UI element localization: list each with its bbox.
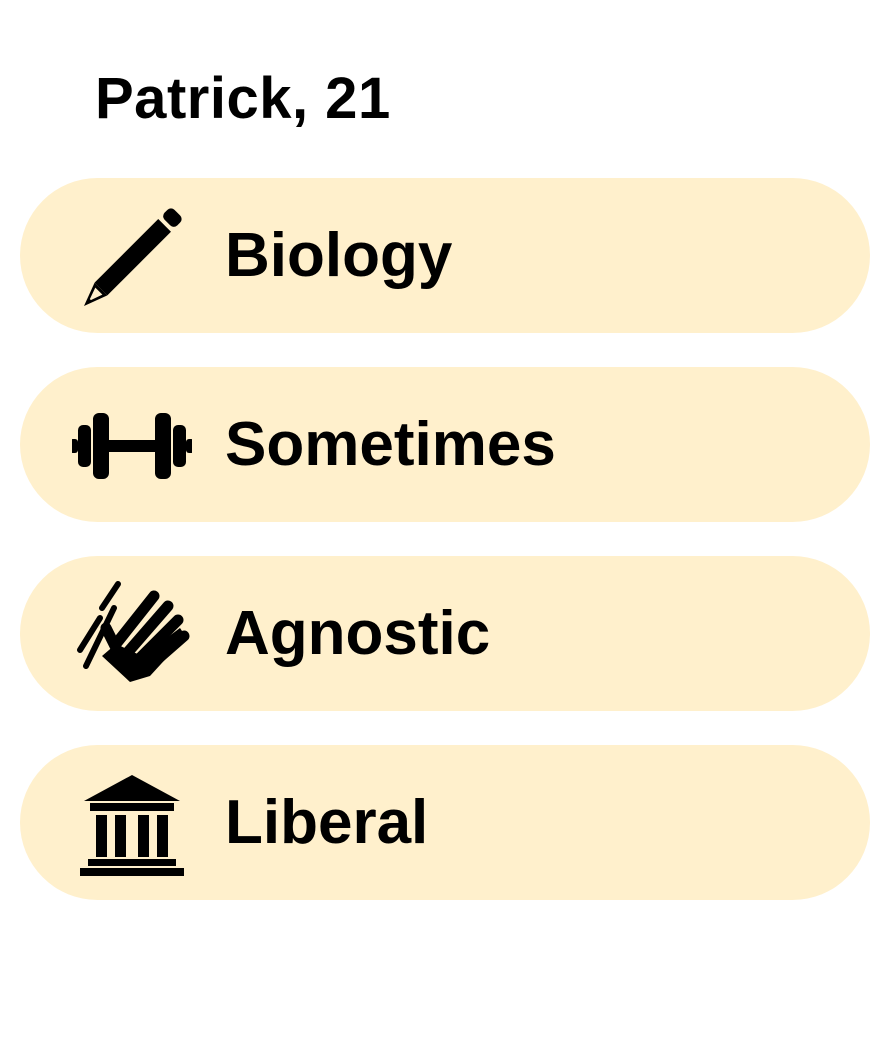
- attribute-label-politics: Liberal: [225, 788, 429, 857]
- praying-hands-icon: [72, 578, 192, 690]
- profile-name-age: Patrick, 21: [95, 66, 391, 131]
- attribute-pill-politics: Liberal: [20, 745, 870, 900]
- attribute-pill-exercise: Sometimes: [20, 367, 870, 522]
- attribute-label-religion: Agnostic: [225, 599, 491, 668]
- attribute-pill-major: Biology: [20, 178, 870, 333]
- attribute-pill-religion: Agnostic: [20, 556, 870, 711]
- pencil-icon: [72, 200, 192, 312]
- government-building-icon: [72, 767, 192, 879]
- dumbbell-icon: [72, 389, 192, 501]
- attribute-label-major: Biology: [225, 221, 453, 290]
- attribute-label-exercise: Sometimes: [225, 410, 556, 479]
